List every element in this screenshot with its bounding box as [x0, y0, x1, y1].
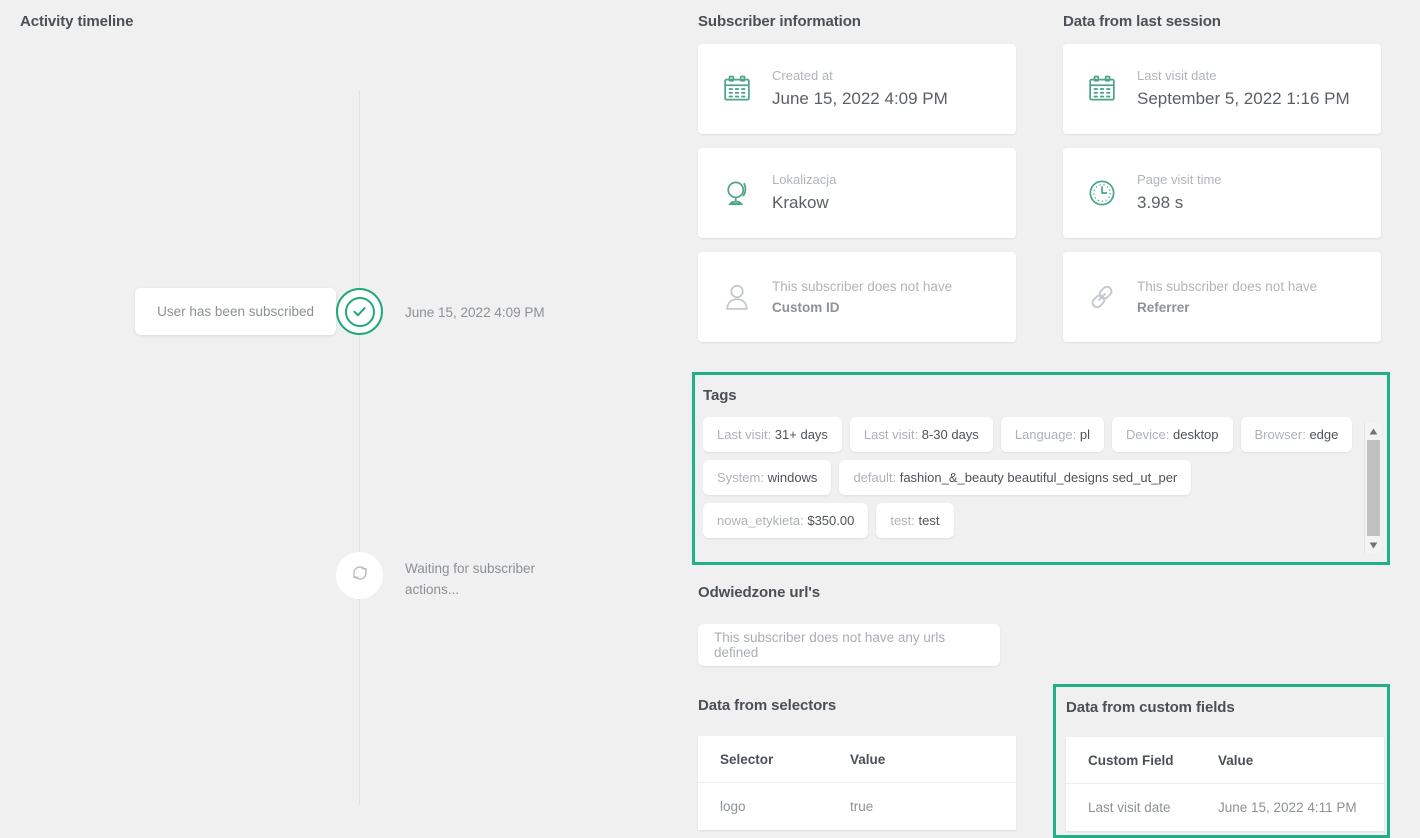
tag-chip[interactable]: Language: pl	[1000, 417, 1105, 452]
data-from-custom-fields-title: Data from custom fields	[1066, 699, 1235, 716]
link-icon	[1081, 282, 1123, 312]
table-row: Last visit date June 15, 2022 4:11 PM	[1066, 784, 1384, 832]
column-header-value: Value	[850, 736, 1016, 783]
tag-key: System:	[717, 470, 768, 485]
timeline-marker-pending[interactable]	[336, 552, 383, 599]
timeline-event-label: User has been subscribed	[135, 288, 336, 335]
last-visit-date-label: Last visit date	[1137, 67, 1217, 83]
tag-value: desktop	[1172, 427, 1219, 442]
visited-urls-empty-text: This subscriber does not have any urls d…	[714, 630, 946, 660]
refresh-icon	[351, 564, 369, 587]
tag-chip[interactable]: test: test	[876, 503, 954, 538]
tag-chip[interactable]: System: windows	[703, 460, 832, 495]
visited-urls-empty-card: This subscriber does not have any urls d…	[698, 624, 1000, 666]
activity-timeline-title: Activity timeline	[20, 13, 134, 30]
activity-timeline-panel: Activity timeline User has been subscrib…	[0, 0, 690, 838]
data-from-custom-fields-table: Custom Field Value Last visit date June …	[1066, 737, 1384, 831]
location-label: Lokalizacja	[772, 171, 837, 187]
timeline-axis-line	[359, 90, 360, 805]
tag-key: Last visit:	[717, 427, 775, 442]
created-at-label: Created at	[772, 67, 833, 83]
data-from-selectors-title: Data from selectors	[698, 697, 837, 714]
tag-key: Browser:	[1254, 427, 1310, 442]
tag-key: Device:	[1126, 427, 1173, 442]
tag-chip[interactable]: Device: desktop	[1112, 417, 1233, 452]
scroll-up-arrow-icon[interactable]	[1365, 423, 1382, 439]
referrer-empty-prefix: This subscriber does not have	[1137, 279, 1318, 294]
timeline-marker-done[interactable]	[336, 288, 383, 335]
cell-selector: logo	[720, 799, 746, 814]
custom-id-empty-prefix: This subscriber does not have	[772, 279, 953, 294]
last-session-title: Data from last session	[1063, 13, 1221, 30]
location-value: Krakow	[772, 192, 829, 212]
tag-value: edge	[1309, 427, 1339, 442]
subscriber-information-panel: Subscriber information Created at June 1…	[698, 0, 1016, 342]
tag-value: fashion_&_beauty beautiful_designs sed_u…	[899, 470, 1178, 485]
cell-value: June 15, 2022 4:11 PM	[1218, 800, 1357, 815]
last-visit-date-card: Last visit date September 5, 2022 1:16 P…	[1063, 44, 1381, 134]
scrollbar-thumb[interactable]	[1366, 440, 1380, 536]
tag-chip[interactable]: Last visit: 31+ days	[703, 417, 842, 452]
column-header-custom-field: Custom Field	[1066, 737, 1218, 784]
subscriber-detail-page: Activity timeline User has been subscrib…	[0, 0, 1420, 838]
table-row: logo true	[698, 783, 1016, 831]
referrer-empty-card: This subscriber does not have Referrer	[1063, 252, 1381, 342]
custom-id-empty-strong: Custom ID	[772, 300, 840, 315]
page-visit-time-value: 3.98 s	[1137, 192, 1184, 212]
globe-icon	[716, 178, 758, 208]
tags-panel: Tags Last visit: 31+ days Last visit: 8-3…	[692, 372, 1390, 565]
check-icon	[344, 296, 375, 327]
custom-id-empty-card: This subscriber does not have Custom ID	[698, 252, 1016, 342]
tag-value: 8-30 days	[921, 427, 979, 442]
cell-custom-field: Last visit date	[1088, 800, 1171, 815]
data-from-selectors-table: Selector Value logo true	[698, 736, 1016, 830]
cell-value: true	[850, 799, 874, 814]
clock-icon	[1081, 178, 1123, 208]
subscriber-information-title: Subscriber information	[698, 13, 861, 30]
tag-key: default:	[853, 470, 900, 485]
calendar-icon	[1081, 74, 1123, 104]
created-at-value: June 15, 2022 4:09 PM	[772, 88, 948, 108]
location-card: Lokalizacja Krakow	[698, 148, 1016, 238]
tag-key: test:	[890, 513, 919, 528]
tag-key: Language:	[1014, 427, 1080, 442]
tag-chip[interactable]: Last visit: 8-30 days	[849, 417, 993, 452]
tag-value: windows	[767, 470, 818, 485]
calendar-icon	[716, 74, 758, 104]
tags-list: Last visit: 31+ days Last visit: 8-30 day…	[703, 417, 1354, 557]
tag-key: Last visit:	[863, 427, 922, 442]
data-from-custom-fields-panel: Data from custom fields Custom Field Val…	[1053, 684, 1390, 838]
created-at-card: Created at June 15, 2022 4:09 PM	[698, 44, 1016, 134]
page-visit-time-label: Page visit time	[1137, 171, 1222, 187]
tag-chip[interactable]: nowa_etykieta: $350.00	[703, 503, 869, 538]
visited-urls-title: Odwiedzone url's	[698, 584, 820, 601]
last-visit-date-value: September 5, 2022 1:16 PM	[1137, 88, 1350, 108]
tags-title: Tags	[703, 387, 737, 404]
tag-value: test	[918, 513, 940, 528]
scroll-down-arrow-icon[interactable]	[1365, 537, 1382, 553]
page-visit-time-card: Page visit time 3.98 s	[1063, 148, 1381, 238]
column-header-value: Value	[1218, 737, 1384, 784]
tag-key: nowa_etykieta:	[717, 513, 808, 528]
tag-chip[interactable]: default: fashion_&_beauty beautiful_desi…	[839, 460, 1192, 495]
tag-value: pl	[1079, 427, 1091, 442]
timeline-event-time: June 15, 2022 4:09 PM	[405, 305, 545, 320]
user-icon	[716, 282, 758, 312]
tags-scrollbar[interactable]	[1364, 423, 1381, 553]
table-header-row: Selector Value	[698, 736, 1016, 783]
table-header-row: Custom Field Value	[1066, 737, 1384, 784]
column-header-selector: Selector	[698, 736, 850, 783]
tag-chip[interactable]: Browser: edge	[1240, 417, 1353, 452]
last-session-panel: Data from last session Last visit date S…	[1063, 0, 1381, 342]
tag-value: $350.00	[807, 513, 855, 528]
referrer-empty-strong: Referrer	[1137, 300, 1190, 315]
timeline-event-status: Waiting for subscriber actions...	[405, 561, 536, 597]
tag-value: 31+ days	[774, 427, 828, 442]
